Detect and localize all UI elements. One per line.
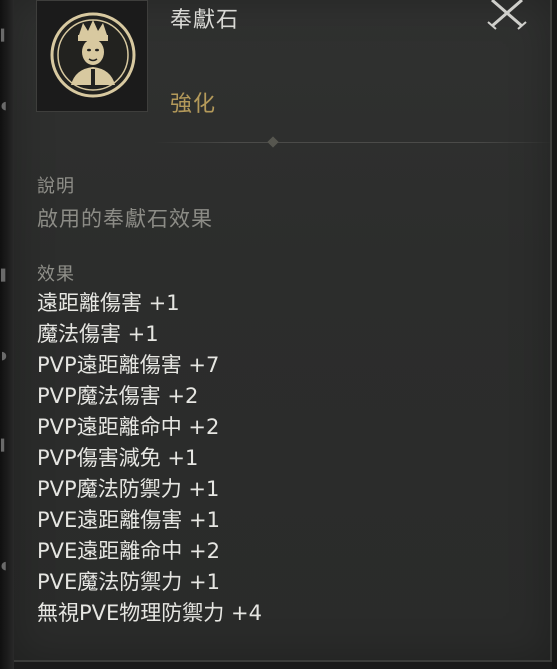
noble-portrait-medallion-icon <box>50 12 136 98</box>
edge-mark-icon: ▍ <box>1 29 10 42</box>
edge-mark-icon: ▍ <box>1 439 10 452</box>
effect-item: PVE遠距離傷害 +1 <box>37 508 220 532</box>
divider-ornament-icon <box>267 136 279 148</box>
effect-item: PVP傷害減免 +1 <box>37 446 199 470</box>
effect-item: PVP魔法傷害 +2 <box>37 384 199 408</box>
edge-mark-icon: ▌ <box>1 269 10 282</box>
effect-item: PVP遠距離命中 +2 <box>37 415 220 439</box>
effect-item: PVP遠距離傷害 +7 <box>37 353 220 377</box>
item-tooltip-panel: 奉獻石 強化 說明 啟用的奉獻石效果 效果 遠距離傷害 +1 魔法傷害 +1 P… <box>14 0 554 662</box>
edge-mark-icon: ◖ <box>1 559 7 572</box>
crossed-swords-close-icon <box>487 0 527 30</box>
edge-mark-icon: ◖ <box>1 99 7 112</box>
effect-item: PVE遠距離命中 +2 <box>37 539 220 563</box>
effects-list: 遠距離傷害 +1 魔法傷害 +1 PVP遠距離傷害 +7 PVP魔法傷害 +2 … <box>37 288 262 629</box>
header-divider <box>154 142 554 143</box>
effect-item: 無視PVE物理防禦力 +4 <box>37 601 262 625</box>
description-header: 說明 <box>37 176 75 197</box>
effect-item: 遠距離傷害 +1 <box>37 291 180 315</box>
edge-mark-icon: ◗ <box>1 349 7 362</box>
item-grade-label: 強化 <box>170 92 217 117</box>
effect-item: PVE魔法防禦力 +1 <box>37 570 220 594</box>
effect-item: 魔法傷害 +1 <box>37 322 159 346</box>
item-icon-frame <box>36 0 148 112</box>
background-window-edge: ▍ ◖ ▌ ◗ ▍ ◖ <box>0 0 14 669</box>
item-name: 奉獻石 <box>170 8 240 33</box>
effects-header: 效果 <box>37 264 75 285</box>
description-text: 啟用的奉獻石效果 <box>37 207 213 231</box>
effect-item: PVP魔法防禦力 +1 <box>37 477 220 501</box>
close-button[interactable] <box>484 0 530 30</box>
background-window-edge <box>552 0 557 669</box>
